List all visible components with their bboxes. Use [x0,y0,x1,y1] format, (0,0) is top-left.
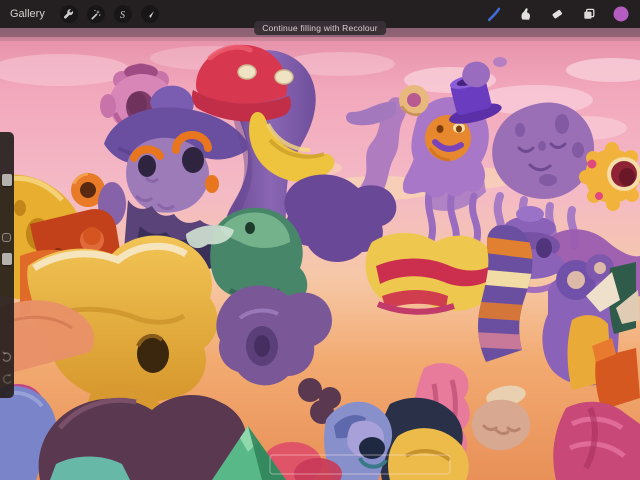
paint-tool-button[interactable] [485,6,501,22]
color-button[interactable] [613,6,629,22]
artwork-canvas[interactable] [0,28,640,480]
wrench-icon [64,8,74,19]
magic-wand-icon [91,9,101,19]
selection-button[interactable]: S [113,5,132,23]
smudge-finger-icon [521,8,531,20]
erase-tool-button[interactable] [549,6,565,22]
selection-s-icon: S [120,9,125,19]
opacity-slider[interactable] [0,250,14,344]
adjustments-button[interactable] [86,5,105,23]
undo-button[interactable] [1,350,13,364]
actions-button[interactable] [59,5,78,23]
side-toolbar [0,132,14,398]
eraser-icon [552,9,562,19]
opacity-handle[interactable] [2,253,12,265]
color-swatch [613,6,629,22]
brush-size-slider[interactable] [0,136,14,228]
redo-button[interactable] [1,372,13,386]
gallery-button[interactable]: Gallery [10,8,51,20]
smudge-tool-button[interactable] [517,6,533,22]
layers-icon [584,8,595,19]
svg-text:S: S [120,9,125,19]
undo-icon [2,351,12,362]
brush-size-handle[interactable] [2,174,12,186]
procreate-window: Gallery S Continue filling with Recolour [0,0,640,480]
transform-button[interactable] [140,5,159,23]
recolour-tooltip: Continue filling with Recolour [254,21,386,35]
toolbar-left-group: Gallery S [0,5,159,23]
transform-arrow-icon [146,10,155,19]
modify-button[interactable] [2,233,11,242]
brush-icon [487,7,500,21]
canvas-area [0,28,640,480]
redo-icon [2,373,12,384]
toolbar-right-group [485,6,640,22]
layers-button[interactable] [581,6,597,22]
